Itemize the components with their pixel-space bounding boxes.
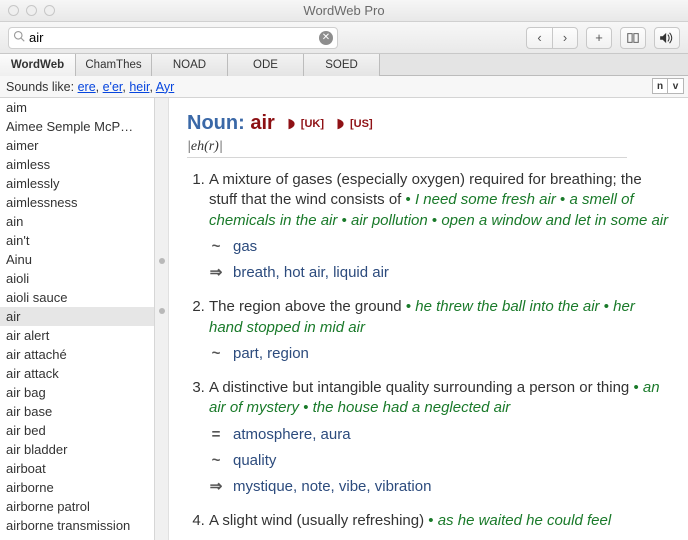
relation-symbol-icon: = <box>209 425 223 445</box>
splitter[interactable] <box>155 98 169 540</box>
list-item[interactable]: air attaché <box>0 345 154 364</box>
list-item[interactable]: airborne patrol <box>0 497 154 516</box>
back-button[interactable]: ‹ <box>526 27 552 49</box>
relation-words[interactable]: breath, hot air, liquid air <box>233 263 389 283</box>
relation: ~ gas <box>209 237 670 257</box>
bookmarks-button[interactable] <box>620 27 646 49</box>
example: open a window and let in some air <box>441 212 668 229</box>
sounds-like-link[interactable]: ere <box>78 80 96 94</box>
example: I need some fresh air <box>415 191 556 208</box>
list-item[interactable]: Ainu <box>0 250 154 269</box>
tab-chamthes[interactable]: ChamThes <box>76 54 152 76</box>
clear-search-icon[interactable]: ✕ <box>319 31 333 45</box>
sense: A mixture of gases (especially oxygen) r… <box>209 170 670 283</box>
audio-us-label: [US] <box>350 118 373 130</box>
sense: A slight wind (usually refreshing) • as … <box>209 511 670 531</box>
search-input[interactable] <box>29 30 319 45</box>
example: he threw the ball into the air <box>415 298 599 315</box>
relation-symbol-icon: ~ <box>209 237 223 257</box>
relation-words[interactable]: atmosphere, aura <box>233 425 351 445</box>
list-item[interactable]: aimer <box>0 136 154 155</box>
list-item[interactable]: Aimee Semple McP… <box>0 117 154 136</box>
relation-symbol-icon: ~ <box>209 451 223 471</box>
word-list[interactable]: aimAimee Semple McP…aimeraimlessaimlessl… <box>0 98 155 540</box>
list-item[interactable]: air bladder <box>0 440 154 459</box>
sounds-like-link[interactable]: e'er <box>103 80 123 94</box>
relation-symbol-icon: ⇒ <box>209 263 223 283</box>
search-field[interactable]: ✕ <box>8 27 338 49</box>
filter-verb[interactable]: v <box>668 78 684 94</box>
nav-buttons: ‹ › <box>526 27 578 49</box>
relation: ⇒ mystique, note, vibe, vibration <box>209 477 670 497</box>
tab-wordweb[interactable]: WordWeb <box>0 54 76 76</box>
relation-words[interactable]: mystique, note, vibe, vibration <box>233 477 431 497</box>
sounds-like-text: Sounds like: ere, e'er, heir, Ayr <box>6 80 174 94</box>
relation-symbol-icon: ~ <box>209 344 223 364</box>
content-area: aimAimee Semple McP…aimeraimlessaimlessl… <box>0 98 688 540</box>
definition-text: A slight wind (usually refreshing) <box>209 512 424 529</box>
tab-soed[interactable]: SOED <box>304 54 380 76</box>
search-icon <box>13 30 25 45</box>
relation-words[interactable]: part, region <box>233 344 309 364</box>
list-item[interactable]: airborne <box>0 478 154 497</box>
relation: ⇒ breath, hot air, liquid air <box>209 263 670 283</box>
list-item[interactable]: air attack <box>0 364 154 383</box>
audio-uk-label: [UK] <box>301 118 324 130</box>
audio-uk[interactable]: [UK] <box>285 117 324 131</box>
source-tabs: WordWebChamThesNOADODESOED <box>0 54 688 76</box>
list-item[interactable]: air base <box>0 402 154 421</box>
list-item[interactable]: aioli sauce <box>0 288 154 307</box>
relation: ~ quality <box>209 451 670 471</box>
pos-filter: n v <box>652 78 684 94</box>
example: the house had a neglected air <box>313 399 511 416</box>
list-item[interactable]: air bed <box>0 421 154 440</box>
definitions-list: A mixture of gases (especially oxygen) r… <box>187 170 670 532</box>
relation-words[interactable]: quality <box>233 451 276 471</box>
pronunciation: |eh(r)| <box>187 139 627 158</box>
toolbar: ✕ ‹ › + <box>0 22 688 54</box>
list-item[interactable]: aimless <box>0 155 154 174</box>
filter-noun[interactable]: n <box>652 78 668 94</box>
list-item[interactable]: air bag <box>0 383 154 402</box>
sense: The region above the ground • he threw t… <box>209 297 670 364</box>
list-item[interactable]: airborne transmission <box>0 516 154 535</box>
tab-ode[interactable]: ODE <box>228 54 304 76</box>
list-item[interactable]: airboat <box>0 459 154 478</box>
relation: = atmosphere, aura <box>209 425 670 445</box>
list-item[interactable]: aioli <box>0 269 154 288</box>
example: as he waited he could feel <box>438 512 611 529</box>
headword: Noun: air <box>187 112 275 135</box>
definition-text: The region above the ground <box>209 298 402 315</box>
list-item[interactable]: ain <box>0 212 154 231</box>
speaker-button[interactable] <box>654 27 680 49</box>
window-title: WordWeb Pro <box>0 3 688 18</box>
list-item[interactable]: aimlessness <box>0 193 154 212</box>
definition-pane: Noun: air [UK] [US] |eh(r)| A mixture of… <box>169 98 688 540</box>
relation: ~ part, region <box>209 344 670 364</box>
sense: A distinctive but intangible quality sur… <box>209 378 670 497</box>
titlebar: WordWeb Pro <box>0 0 688 22</box>
list-item[interactable]: air alert <box>0 326 154 345</box>
sounds-like-link[interactable]: heir <box>129 80 149 94</box>
part-of-speech: Noun: <box>187 112 245 134</box>
sounds-like-link[interactable]: Ayr <box>156 80 175 94</box>
relation-symbol-icon: ⇒ <box>209 477 223 497</box>
definition-text: A distinctive but intangible quality sur… <box>209 379 629 396</box>
sounds-like-row: Sounds like: ere, e'er, heir, Ayr n v <box>0 76 688 98</box>
entry-heading: Noun: air [UK] [US] <box>187 112 670 135</box>
list-item[interactable]: aimlessly <box>0 174 154 193</box>
list-item[interactable]: air <box>0 307 154 326</box>
list-item[interactable]: aim <box>0 98 154 117</box>
example: air pollution <box>351 212 428 229</box>
list-item[interactable]: ain't <box>0 231 154 250</box>
entry-word: air <box>250 112 274 134</box>
forward-button[interactable]: › <box>552 27 578 49</box>
audio-us[interactable]: [US] <box>334 117 373 131</box>
relation-words[interactable]: gas <box>233 237 257 257</box>
tab-noad[interactable]: NOAD <box>152 54 228 76</box>
add-button[interactable]: + <box>586 27 612 49</box>
